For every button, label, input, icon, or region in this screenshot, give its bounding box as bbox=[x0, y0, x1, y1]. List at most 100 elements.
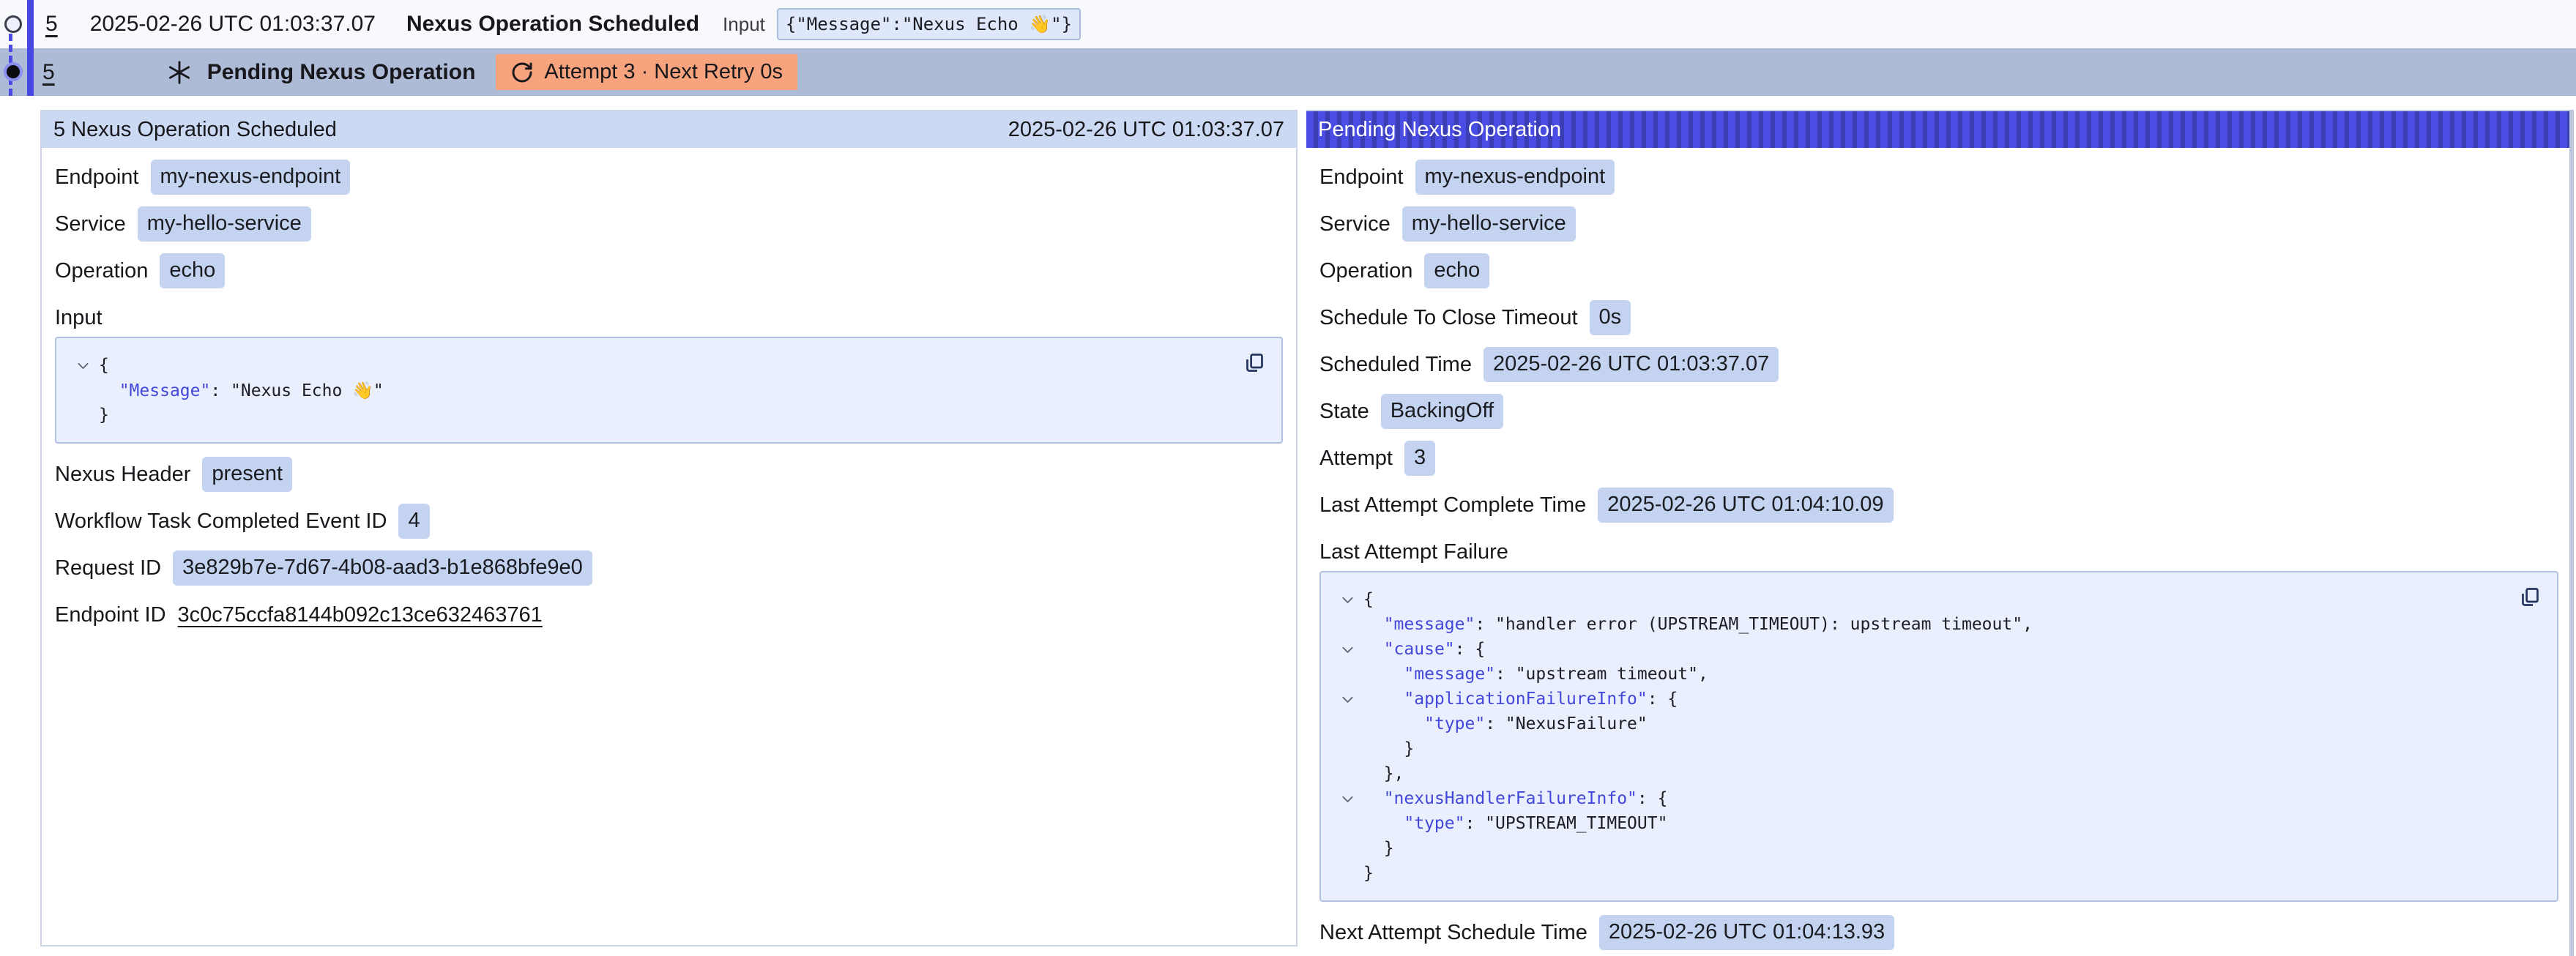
code-line: "message": "handler error (UPSTREAM_TIME… bbox=[1331, 612, 2491, 637]
collapse-chevron-icon[interactable] bbox=[1331, 592, 1363, 608]
code-text: "nexusHandlerFailureInfo": { bbox=[1363, 789, 1667, 808]
last-attempt-failure-json-viewer: { "message": "handler error (UPSTREAM_TI… bbox=[1319, 571, 2558, 902]
endpoint-id-link[interactable]: 3c0c75ccfa8144b092c13ce632463761 bbox=[178, 603, 543, 627]
detail-row-workflow-task-completed-event-id: Workflow Task Completed Event ID 4 bbox=[55, 498, 1283, 545]
code-text: "type": "NexusFailure" bbox=[1363, 714, 1648, 733]
detail-row-operation: Operationecho bbox=[55, 247, 1283, 294]
collapse-chevron-icon[interactable] bbox=[1331, 791, 1363, 807]
code-line: } bbox=[1331, 836, 2491, 861]
detail-label-operation: Operation bbox=[1319, 259, 1412, 283]
code-line: "applicationFailureInfo": { bbox=[1331, 687, 2491, 712]
detail-label-next-attempt-schedule-time: Next Attempt Schedule Time bbox=[1319, 921, 1587, 945]
code-line: { bbox=[1331, 587, 2491, 612]
pending-operation-panel: Pending Nexus Operation Endpointmy-nexus… bbox=[1306, 110, 2572, 956]
code-line: "cause": { bbox=[1331, 637, 2491, 662]
code-text: "Message": "Nexus Echo 👋" bbox=[99, 381, 384, 400]
pending-event-id-link[interactable]: 5 bbox=[42, 60, 55, 85]
code-text: } bbox=[1363, 864, 1374, 883]
detail-label-service: Service bbox=[1319, 212, 1391, 236]
code-line: "Message": "Nexus Echo 👋" bbox=[67, 378, 1216, 403]
detail-row-state: StateBackingOff bbox=[1319, 388, 2558, 435]
code-text: }, bbox=[1363, 764, 1404, 783]
code-line: "type": "UPSTREAM_TIMEOUT" bbox=[1331, 811, 2491, 836]
detail-label-scheduled-time: Scheduled Time bbox=[1319, 353, 1472, 377]
detail-row-attempt: Attempt 3 bbox=[1319, 435, 2558, 482]
detail-row-last-attempt-complete-time: Last Attempt Complete Time 2025-02-26 UTC… bbox=[1319, 482, 2558, 529]
detail-label-nexus-header: Nexus Header bbox=[55, 463, 190, 487]
code-text: "type": "UPSTREAM_TIMEOUT" bbox=[1363, 814, 1667, 833]
last-attempt-complete-time-value-badge: 2025-02-26 UTC 01:04:10.09 bbox=[1598, 488, 1893, 522]
collapse-chevron-icon[interactable] bbox=[1331, 692, 1363, 707]
event-input-preview-chip: {"Message":"Nexus Echo 👋"} bbox=[777, 8, 1081, 40]
event-timestamp: 2025-02-26 UTC 01:03:37.07 bbox=[90, 12, 376, 37]
code-text: { bbox=[99, 356, 109, 375]
detail-label-attempt: Attempt bbox=[1319, 447, 1393, 471]
code-text: "message": "upstream timeout", bbox=[1363, 665, 1708, 684]
state-value-badge: BackingOff bbox=[1381, 394, 1503, 428]
code-text: "message": "handler error (UPSTREAM_TIME… bbox=[1363, 615, 2033, 634]
code-line: "nexusHandlerFailureInfo": { bbox=[1331, 786, 2491, 811]
vertical-scrollbar[interactable] bbox=[2569, 110, 2574, 956]
pending-asterisk-icon bbox=[166, 59, 193, 86]
copy-icon[interactable] bbox=[2518, 586, 2541, 608]
request-id-value-badge: 3e829b7e-7d67-4b08-aad3-b1e868bfe9e0 bbox=[173, 550, 592, 585]
detail-row-service: Service my-hello-service bbox=[1319, 201, 2558, 247]
detail-label-last-attempt-complete-time: Last Attempt Complete Time bbox=[1319, 493, 1586, 518]
event-detail-panel-title: 5 Nexus Operation Scheduled bbox=[53, 118, 337, 142]
workflow-task-completed-event-id-value-badge: 4 bbox=[398, 504, 429, 538]
input-json-viewer: { "Message": "Nexus Echo 👋"} bbox=[55, 337, 1283, 444]
code-text: } bbox=[1363, 839, 1394, 858]
retry-status-badge: Attempt 3 · Next Retry 0s bbox=[496, 54, 797, 90]
event-summary-row[interactable]: 5 2025-02-26 UTC 01:03:37.07 Nexus Opera… bbox=[0, 0, 2576, 48]
operation-value-badge: echo bbox=[1424, 253, 1489, 288]
service-value-badge: my-hello-service bbox=[138, 206, 311, 241]
detail-row-scheduled-time: Scheduled Time 2025-02-26 UTC 01:03:37.07 bbox=[1319, 341, 2558, 388]
detail-label-endpoint-id: Endpoint ID bbox=[55, 603, 166, 627]
detail-row-endpoint-id: Endpoint ID 3c0c75ccfa8144b092c13ce632463… bbox=[55, 591, 1283, 638]
detail-label-request-id: Request ID bbox=[55, 556, 161, 580]
event-detail-panel-timestamp: 2025-02-26 UTC 01:03:37.07 bbox=[1008, 118, 1284, 142]
collapse-chevron-icon[interactable] bbox=[1331, 642, 1363, 657]
pending-operation-panel-body: Endpointmy-nexus-endpointServicemy-hello… bbox=[1306, 148, 2572, 956]
event-id-link[interactable]: 5 bbox=[45, 12, 58, 37]
endpoint-value-badge: my-nexus-endpoint bbox=[1415, 160, 1615, 194]
code-text: } bbox=[99, 406, 109, 425]
code-line: "type": "NexusFailure" bbox=[1331, 712, 2491, 736]
timeline-pending-dot-icon bbox=[4, 62, 23, 81]
detail-row-last-attempt-failure: Last Attempt Failure{ "message": "handle… bbox=[1319, 529, 2558, 909]
event-detail-panel: 5 Nexus Operation Scheduled 2025-02-26 U… bbox=[40, 110, 1298, 946]
pending-operation-panel-header: Pending Nexus Operation bbox=[1306, 111, 2572, 148]
code-line: }, bbox=[1331, 761, 2491, 786]
code-text: } bbox=[1363, 739, 1414, 758]
collapse-chevron-icon[interactable] bbox=[67, 358, 99, 373]
service-value-badge: my-hello-service bbox=[1402, 206, 1576, 241]
detail-row-nexus-header: Nexus Header present bbox=[55, 451, 1283, 498]
detail-row-service: Service my-hello-service bbox=[55, 201, 1283, 247]
event-detail-panel-body: Endpointmy-nexus-endpoint Service my-hello… bbox=[42, 148, 1296, 650]
detail-row-next-attempt-schedule-time: Next Attempt Schedule Time 2025-02-26 UTC… bbox=[1319, 909, 2558, 956]
scheduled-time-value-badge: 2025-02-26 UTC 01:03:37.07 bbox=[1484, 347, 1779, 381]
nexus-header-value-badge: present bbox=[202, 457, 292, 491]
event-input-label: Input bbox=[723, 13, 765, 36]
detail-row-input: Input{ "Message": "Nexus Echo 👋"} bbox=[55, 294, 1283, 451]
detail-label-operation: Operation bbox=[55, 259, 148, 283]
code-text: "applicationFailureInfo": { bbox=[1363, 690, 1678, 709]
code-text: { bbox=[1363, 590, 1374, 609]
copy-icon[interactable] bbox=[1243, 351, 1265, 374]
detail-label-schedule-to-close-timeout: Schedule To Close Timeout bbox=[1319, 306, 1578, 330]
next-attempt-schedule-time-value-badge: 2025-02-26 UTC 01:04:13.93 bbox=[1599, 915, 1894, 949]
event-detail-panel-header: 5 Nexus Operation Scheduled 2025-02-26 U… bbox=[42, 111, 1296, 148]
detail-row-schedule-to-close-timeout: Schedule To Close Timeout 0s bbox=[1319, 294, 2558, 341]
detail-row-request-id: Request ID 3e829b7e-7d67-4b08-aad3-b1e868… bbox=[55, 545, 1283, 591]
code-line: "message": "upstream timeout", bbox=[1331, 662, 2491, 687]
pending-operation-panel-title: Pending Nexus Operation bbox=[1318, 118, 1561, 142]
attempt-value-badge: 3 bbox=[1404, 441, 1435, 475]
detail-row-endpoint: Endpointmy-nexus-endpoint bbox=[55, 154, 1283, 201]
pending-operation-row[interactable]: 5 Pending Nexus Operation Attempt 3 · Ne… bbox=[0, 48, 2576, 96]
event-history-view: 5 2025-02-26 UTC 01:03:37.07 Nexus Opera… bbox=[0, 0, 2576, 956]
detail-label-workflow-task-completed-event-id: Workflow Task Completed Event ID bbox=[55, 509, 387, 534]
pending-operation-title: Pending Nexus Operation bbox=[207, 60, 476, 85]
code-line: { bbox=[67, 353, 1216, 378]
detail-label-service: Service bbox=[55, 212, 126, 236]
schedule-to-close-timeout-value-badge: 0s bbox=[1590, 300, 1631, 335]
